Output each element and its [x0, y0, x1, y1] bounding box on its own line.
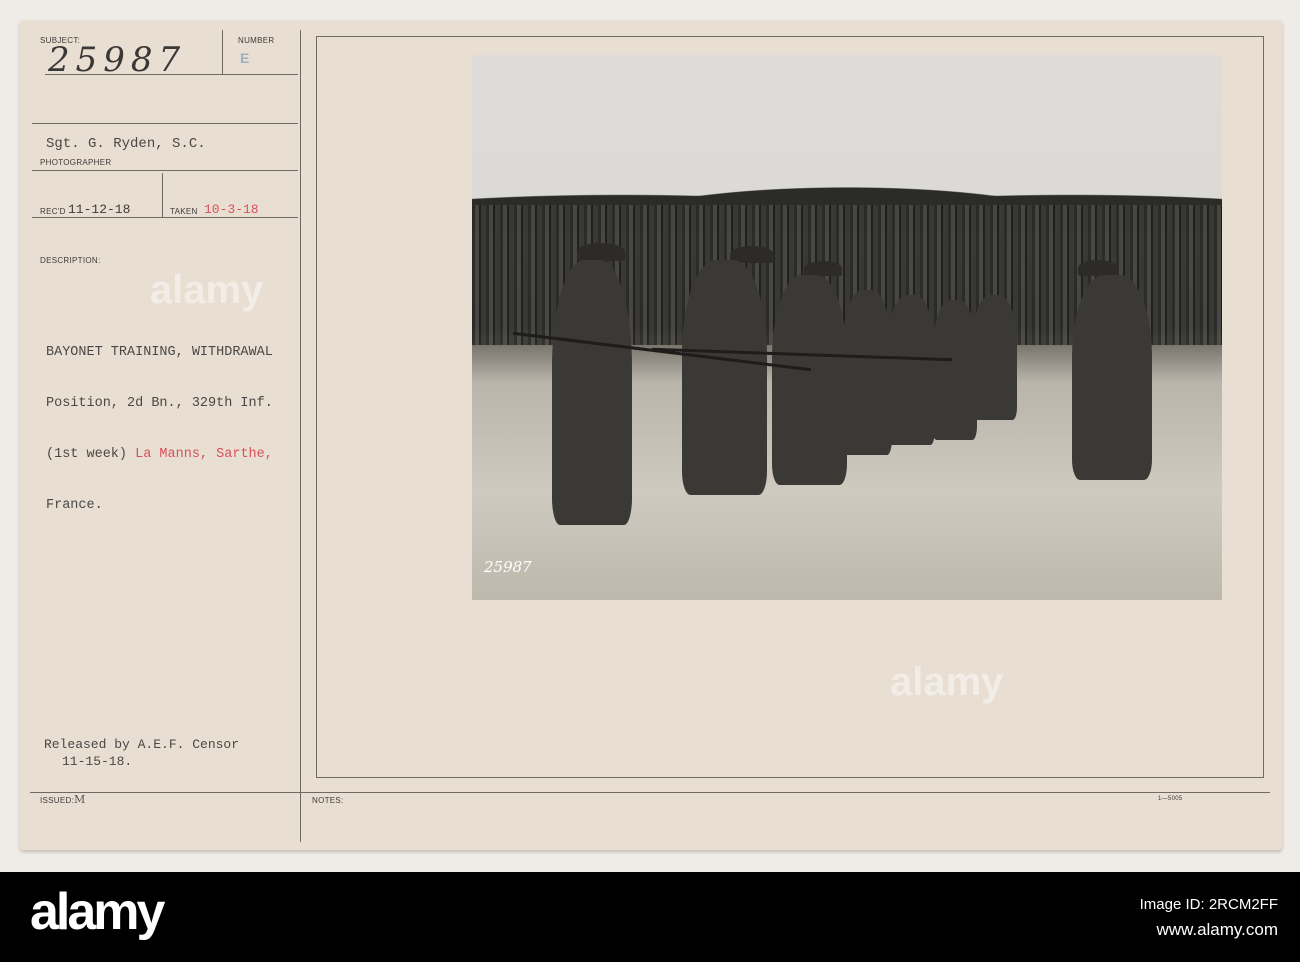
divider	[32, 170, 298, 171]
description-line: Position, 2d Bn., 329th Inf.	[46, 396, 273, 411]
footer-bar: alamy Image ID: 2RCM2FF www.alamy.com	[0, 872, 1300, 962]
description-line: France.	[46, 498, 103, 513]
taken-label: TAKEN	[170, 207, 198, 216]
image-id: Image ID: 2RCM2FF	[1139, 896, 1278, 913]
description-line: (1st week) La Manns, Sarthe,	[46, 446, 273, 463]
description-line: BAYONET TRAINING, WITHDRAWAL	[46, 345, 273, 360]
number-label: NUMBER	[238, 36, 275, 45]
form-number: 1—5005	[1158, 796, 1183, 802]
divider	[30, 792, 1270, 793]
soldier	[1072, 275, 1152, 480]
released-by: Released by A.E.F. Censor	[44, 737, 240, 752]
soldier	[932, 300, 977, 440]
soldier	[887, 295, 935, 445]
recd-label: REC'D	[40, 207, 66, 216]
watermark: alamy	[890, 660, 1004, 704]
soldier	[772, 275, 847, 485]
subject-number: 25987	[48, 40, 187, 80]
photographer-name: Sgt. G. Ryden, S.C.	[46, 136, 206, 152]
soldier	[972, 295, 1017, 420]
released-date: 11-15-18.	[62, 754, 133, 769]
alamy-logo[interactable]: alamy	[30, 882, 165, 942]
description-label: DESCRIPTION:	[40, 256, 101, 265]
recd-date: 11-12-18	[68, 202, 131, 217]
description-text: BAYONET TRAINING, WITHDRAWAL Position, 2…	[46, 310, 273, 531]
column-divider	[300, 30, 301, 842]
number-value: E	[240, 50, 250, 66]
issued-value: M	[74, 793, 86, 806]
divider	[32, 217, 298, 218]
divider	[32, 123, 298, 124]
taken-date: 10-3-18	[204, 202, 259, 217]
soldier	[552, 260, 632, 525]
soldier-helmet	[577, 243, 625, 261]
photograph-bayonet-training	[472, 55, 1222, 600]
location-text: La Manns, Sarthe,	[135, 447, 273, 462]
site-url[interactable]: www.alamy.com	[1156, 920, 1278, 940]
notes-label: NOTES:	[312, 796, 344, 805]
issued-label: ISSUED:	[40, 796, 75, 805]
soldier-helmet	[1078, 260, 1118, 276]
divider	[222, 30, 223, 74]
description-text-part: (1st week)	[46, 447, 136, 462]
signal-corps-stamp: 25987	[484, 558, 532, 576]
photographer-label: PHOTOGRAPHER	[40, 158, 112, 167]
soldier	[842, 290, 892, 455]
divider	[162, 173, 163, 217]
watermark: alamy	[150, 268, 264, 312]
soldier-helmet	[804, 261, 842, 276]
soldier	[682, 260, 767, 495]
